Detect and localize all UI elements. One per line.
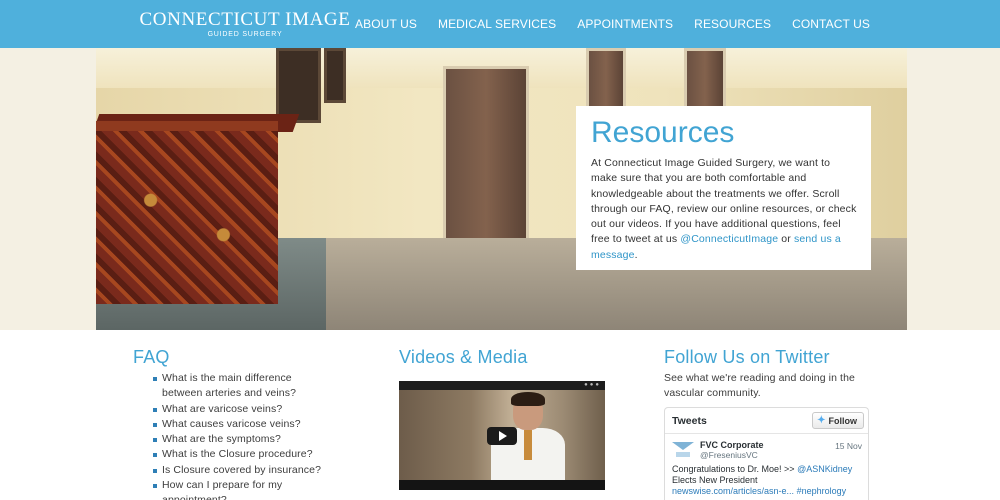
logo-sub-text: GUIDED SURGERY bbox=[207, 31, 283, 38]
faq-heading: FAQ bbox=[133, 347, 170, 367]
main-nav: ABOUT US MEDICAL SERVICES APPOINTMENTS R… bbox=[355, 17, 870, 31]
faq-link-arteries-veins[interactable]: What is the main difference between arte… bbox=[162, 372, 296, 399]
tweet-hashtag-link[interactable]: #nephrology bbox=[797, 486, 847, 496]
twitter-bird-icon: ✦ bbox=[817, 415, 826, 426]
faq-link-varicose-veins[interactable]: What are varicose veins? bbox=[162, 403, 282, 415]
faq-item: What are varicose veins? bbox=[153, 402, 331, 417]
faq-item: What is the Closure procedure? bbox=[153, 447, 331, 462]
video-share-icons[interactable]: ●●● bbox=[584, 382, 601, 388]
hallway-door bbox=[443, 66, 529, 241]
tweet-text-start: Congratulations to Dr. Moe! >> bbox=[672, 464, 798, 474]
nav-contact-us[interactable]: CONTACT US bbox=[792, 17, 870, 31]
faq-link-causes[interactable]: What causes varicose veins? bbox=[162, 418, 301, 430]
video-player[interactable]: ●●● bbox=[399, 381, 605, 490]
hero-side-left bbox=[0, 48, 96, 330]
tweet-text: Congratulations to Dr. Moe! >> @ASNKidne… bbox=[672, 464, 862, 497]
tweet-item: FVC Corporate @FreseniusVC 15 Nov Congra… bbox=[665, 434, 868, 497]
faq-item: What is the main difference between arte… bbox=[153, 371, 331, 402]
faq-link-closure-insurance[interactable]: Is Closure covered by insurance? bbox=[162, 464, 321, 476]
tweet-mention-link[interactable]: @ASNKidney bbox=[797, 464, 852, 474]
tweet-text-mid: Elects New President bbox=[672, 475, 758, 485]
faq-item: What are the symptoms? bbox=[153, 432, 331, 447]
nav-medical-services[interactable]: MEDICAL SERVICES bbox=[438, 17, 556, 31]
wall-picture-frame bbox=[276, 48, 321, 123]
logo-main-text: CONNECTICUT IMAGE bbox=[139, 9, 351, 30]
tweet-url-link[interactable]: newswise.com/articles/asn-e... bbox=[672, 486, 794, 496]
nav-appointments[interactable]: APPOINTMENTS bbox=[577, 17, 673, 31]
intro-text-end: . bbox=[634, 248, 638, 261]
faq-link-symptoms[interactable]: What are the symptoms? bbox=[162, 433, 281, 445]
decorative-box bbox=[96, 121, 278, 304]
video-controls-bar[interactable] bbox=[399, 480, 605, 490]
faq-item: How can I prepare for my appointment? bbox=[153, 478, 331, 500]
tweets-title: Tweets bbox=[672, 415, 707, 427]
twitter-section: Follow Us on Twitter See what we're read… bbox=[664, 347, 874, 402]
nav-resources[interactable]: RESOURCES bbox=[694, 17, 771, 31]
tweet-date[interactable]: 15 Nov bbox=[835, 441, 862, 451]
faq-section: FAQ What is the main difference between … bbox=[133, 347, 331, 500]
doctor-hair bbox=[511, 392, 545, 406]
twitter-widget-header: Tweets ✦ Follow bbox=[665, 408, 868, 434]
resources-intro-text: At Connecticut Image Guided Surgery, we … bbox=[591, 156, 857, 263]
site-header: CONNECTICUT IMAGE GUIDED SURGERY ABOUT U… bbox=[0, 0, 1000, 48]
twitter-subtitle: See what we're reading and doing in the … bbox=[664, 372, 855, 400]
fvc-avatar-icon[interactable] bbox=[672, 440, 694, 462]
page-title: Resources bbox=[591, 116, 735, 149]
faq-link-prepare-appointment[interactable]: How can I prepare for my appointment? bbox=[162, 479, 282, 500]
nav-about-us[interactable]: ABOUT US bbox=[355, 17, 417, 31]
intro-text-or: or bbox=[778, 233, 795, 246]
video-top-bar: ●●● bbox=[399, 381, 605, 390]
twitter-heading: Follow Us on Twitter bbox=[664, 347, 830, 367]
play-icon[interactable] bbox=[487, 427, 517, 445]
faq-list: What is the main difference between arte… bbox=[153, 371, 331, 500]
twitter-handle-link[interactable]: @ConnecticutImage bbox=[680, 233, 778, 245]
follow-label: Follow bbox=[828, 415, 858, 426]
faq-item: Is Closure covered by insurance? bbox=[153, 463, 331, 478]
hero-side-right bbox=[907, 48, 1000, 330]
twitter-widget: Tweets ✦ Follow FVC Corporate @Fresenius… bbox=[664, 407, 869, 500]
doctor-tie bbox=[524, 430, 532, 460]
wall-picture-frame bbox=[324, 48, 346, 103]
faq-link-closure-procedure[interactable]: What is the Closure procedure? bbox=[162, 448, 313, 460]
tweet-handle[interactable]: @FreseniusVC bbox=[700, 450, 862, 461]
resources-intro-card: Resources At Connecticut Image Guided Su… bbox=[576, 106, 871, 270]
follow-button[interactable]: ✦ Follow bbox=[812, 412, 864, 429]
site-logo[interactable]: CONNECTICUT IMAGE GUIDED SURGERY bbox=[132, 9, 358, 39]
videos-section: Videos & Media bbox=[399, 347, 528, 367]
faq-item: What causes varicose veins? bbox=[153, 417, 331, 432]
videos-heading: Videos & Media bbox=[399, 347, 528, 367]
